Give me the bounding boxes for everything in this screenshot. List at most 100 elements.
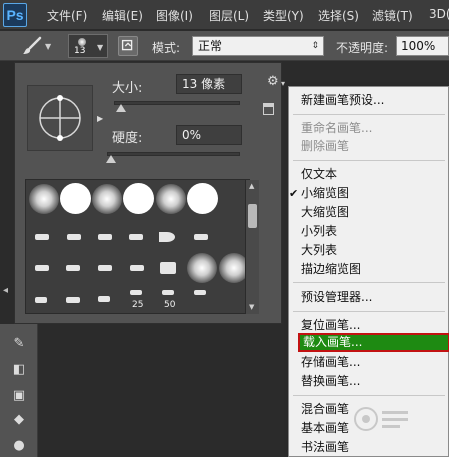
menu-separator — [293, 311, 445, 312]
chevron-down-icon: ▼ — [97, 43, 104, 52]
brush-angle-icon — [39, 95, 81, 141]
brush-icon[interactable] — [21, 36, 43, 56]
menu-item-label: 小缩览图 — [301, 186, 350, 200]
gradient-icon[interactable]: ▣ — [10, 388, 28, 404]
brush-preset-soft-round[interactable] — [156, 184, 186, 214]
brush-dot-icon — [78, 38, 86, 46]
hardness-field[interactable]: 0% — [176, 125, 242, 145]
size-field[interactable]: 13 像素 — [176, 74, 242, 94]
checkmark-icon: ✔ — [289, 187, 299, 200]
toolbar: ✎ ◧ ▣ ◆ ● — [0, 324, 38, 457]
tip-arrow-icon: ▶ — [97, 114, 104, 123]
menu-type[interactable]: 类型(Y) — [263, 7, 304, 24]
brush-preset-tip[interactable] — [66, 297, 80, 303]
opacity-value: 100% — [401, 39, 436, 53]
gear-icon[interactable]: ⚙ — [267, 74, 279, 89]
blur-icon[interactable]: ◆ — [10, 412, 28, 428]
menu-item-replace-brushes[interactable]: 替换画笔... — [289, 372, 449, 391]
brush-preset-tip[interactable] — [98, 265, 112, 271]
menu-item-stroke-thumbnail[interactable]: 描边缩览图 — [289, 260, 449, 279]
new-preset-icon[interactable] — [263, 103, 274, 115]
scroll-down-icon[interactable]: ▼ — [249, 303, 254, 311]
brush-preset-tip[interactable] — [129, 234, 143, 240]
menu-item-load-brushes[interactable]: 载入画笔... — [298, 333, 449, 352]
menu-item-save-brushes[interactable]: 存储画笔... — [289, 353, 449, 372]
menu-item-large-thumbnail[interactable]: 大缩览图 — [289, 203, 449, 222]
hardness-slider[interactable] — [107, 152, 240, 156]
menu-item-preset-manager[interactable]: 预设管理器... — [289, 288, 449, 307]
photoshop-logo: Ps — [3, 3, 27, 27]
opacity-field[interactable]: 100% — [396, 36, 449, 56]
brush-preset-tip[interactable] — [66, 265, 80, 271]
brush-panel-icon — [121, 39, 133, 51]
brush-preset-tip[interactable] — [194, 290, 206, 295]
brush-preset-tip[interactable] — [67, 234, 81, 240]
menu-item-large-list[interactable]: 大列表 — [289, 241, 449, 260]
mode-label: 模式: — [152, 41, 181, 55]
size-slider[interactable] — [114, 101, 240, 105]
brush-preset-soft-round[interactable] — [92, 184, 122, 214]
brush-preset-picker[interactable]: 13 ▼ — [68, 34, 108, 58]
brush-preset-soft-round[interactable] — [187, 253, 217, 283]
tool-preset-chevron-icon[interactable]: ▼ — [45, 42, 51, 51]
brush-preset-hard-round[interactable] — [187, 183, 218, 214]
size-slider-thumb[interactable] — [115, 104, 126, 112]
menu-item-delete-brush[interactable]: 删除画笔 — [289, 137, 449, 156]
brush-preset-soft-round[interactable] — [29, 184, 59, 214]
menu-item-rename-brush[interactable]: 重命名画笔... — [289, 119, 449, 138]
menu-layer[interactable]: 图层(L) — [209, 7, 249, 24]
brush-preset-tip[interactable] — [160, 262, 176, 274]
brush-preset-hard-round[interactable] — [60, 183, 91, 214]
opacity-label: 不透明度: — [336, 41, 389, 55]
menu-item-small-thumbnail[interactable]: ✔ 小缩览图 — [289, 184, 449, 203]
hardness-value: 0% — [182, 128, 202, 142]
menu-image[interactable]: 图像(I) — [156, 7, 193, 24]
brush-preset-fan[interactable] — [159, 232, 175, 242]
preset-scrollbar[interactable]: ▲ ▼ — [245, 180, 259, 314]
select-arrows-icon: ⇕ — [311, 41, 319, 51]
hardness-slider-thumb[interactable] — [106, 155, 116, 163]
brush-preset-tip[interactable] — [98, 234, 112, 240]
gear-chevron-icon[interactable]: ▾ — [281, 79, 285, 88]
menu-item-new-brush-preset[interactable]: 新建画笔预设... — [289, 91, 449, 110]
size-label: 大小: — [112, 81, 143, 96]
menu-select[interactable]: 选择(S) — [318, 7, 359, 24]
menubar: Ps 文件(F) 编辑(E) 图像(I) 图层(L) 类型(Y) 选择(S) 滤… — [0, 0, 449, 30]
menu-item-calligraphic-brushes[interactable]: 书法画笔 — [289, 438, 449, 457]
menu-edit[interactable]: 编辑(E) — [102, 7, 143, 24]
brush-panel-menu: 新建画笔预设... 重命名画笔... 删除画笔 仅文本 ✔ 小缩览图 大缩览图 … — [288, 86, 449, 457]
menu-separator — [293, 282, 445, 283]
menu-file[interactable]: 文件(F) — [47, 7, 87, 24]
brush-preset-hard-round[interactable] — [123, 183, 154, 214]
brush-preset-tip[interactable] — [98, 296, 110, 302]
dodge-icon[interactable]: ● — [10, 438, 28, 454]
mode-select[interactable]: 正常 ⇕ — [192, 36, 324, 56]
eraser-icon[interactable]: ◧ — [10, 362, 28, 378]
menu-separator — [293, 160, 445, 161]
size-value: 13 像素 — [182, 77, 226, 91]
brush-preset-tip[interactable] — [35, 297, 47, 303]
history-brush-icon[interactable]: ✎ — [10, 336, 28, 352]
brush-preset-tip[interactable] — [35, 234, 49, 240]
menu-filter[interactable]: 滤镜(T) — [372, 7, 413, 24]
hardness-label: 硬度: — [112, 131, 143, 146]
menu-separator — [293, 114, 445, 115]
mode-value: 正常 — [198, 39, 223, 53]
collapse-panel-icon[interactable]: ◂ — [3, 285, 8, 296]
menu-item-text-only[interactable]: 仅文本 — [289, 165, 449, 184]
brush-preset-tip[interactable] — [35, 265, 49, 271]
brush-preset-grid: 25 50 ▲ ▼ — [25, 179, 259, 314]
brush-preset-tip[interactable] — [130, 265, 144, 271]
brush-preset-tip[interactable] — [130, 290, 142, 295]
brush-preset-tip[interactable] — [194, 234, 208, 240]
brush-tip-preview[interactable] — [27, 85, 93, 151]
scroll-thumb[interactable] — [248, 204, 257, 228]
toggle-brush-panel-button[interactable] — [118, 36, 138, 56]
menu-3d[interactable]: 3D( — [429, 7, 449, 21]
menu-separator — [293, 395, 445, 396]
scroll-up-icon[interactable]: ▲ — [249, 182, 254, 190]
menu-item-small-list[interactable]: 小列表 — [289, 222, 449, 241]
brush-preset-tip[interactable] — [162, 290, 174, 295]
brush-preset-size-label: 50 — [164, 300, 176, 310]
brush-preset-panel: ▶ 大小: 13 像素 硬度: 0% ⚙ ▾ 25 50 ▲ ▼ — [14, 62, 285, 324]
